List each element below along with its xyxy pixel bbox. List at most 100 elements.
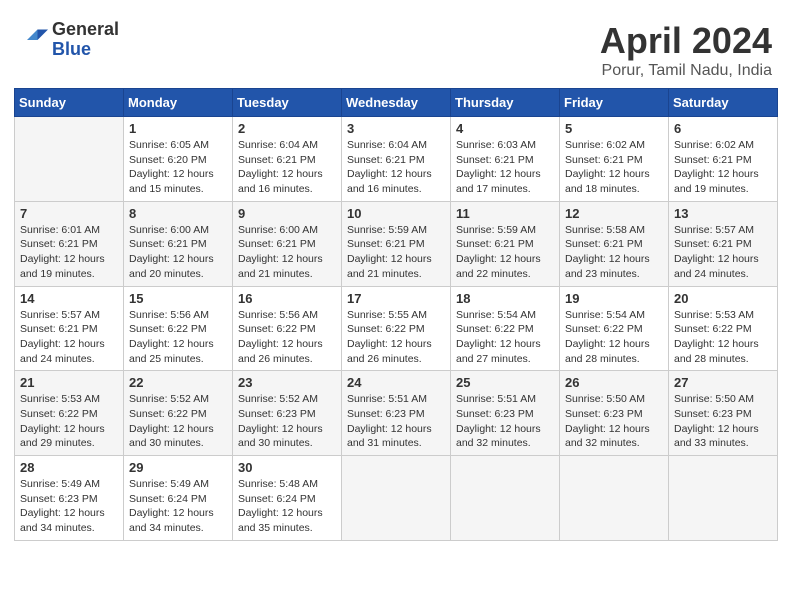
day-number: 7 xyxy=(20,206,118,221)
calendar-cell: 13 Sunrise: 5:57 AMSunset: 6:21 PMDayligh… xyxy=(669,201,778,286)
calendar-cell: 7 Sunrise: 6:01 AMSunset: 6:21 PMDaylight… xyxy=(15,201,124,286)
day-info: Sunrise: 5:59 AMSunset: 6:21 PMDaylight:… xyxy=(456,223,554,282)
day-info: Sunrise: 5:56 AMSunset: 6:22 PMDaylight:… xyxy=(238,308,336,367)
calendar-cell: 15 Sunrise: 5:56 AMSunset: 6:22 PMDayligh… xyxy=(124,286,233,371)
logo-icon xyxy=(20,26,48,54)
day-number: 26 xyxy=(565,375,663,390)
calendar-cell xyxy=(451,456,560,541)
day-number: 27 xyxy=(674,375,772,390)
calendar-cell xyxy=(342,456,451,541)
day-info: Sunrise: 5:49 AMSunset: 6:23 PMDaylight:… xyxy=(20,477,118,536)
week-row-1: 1 Sunrise: 6:05 AMSunset: 6:20 PMDaylight… xyxy=(15,117,778,202)
day-info: Sunrise: 5:55 AMSunset: 6:22 PMDaylight:… xyxy=(347,308,445,367)
day-number: 11 xyxy=(456,206,554,221)
day-number: 6 xyxy=(674,121,772,136)
day-info: Sunrise: 5:53 AMSunset: 6:22 PMDaylight:… xyxy=(674,308,772,367)
week-row-5: 28 Sunrise: 5:49 AMSunset: 6:23 PMDayligh… xyxy=(15,456,778,541)
day-info: Sunrise: 6:01 AMSunset: 6:21 PMDaylight:… xyxy=(20,223,118,282)
calendar-cell: 18 Sunrise: 5:54 AMSunset: 6:22 PMDayligh… xyxy=(451,286,560,371)
day-number: 21 xyxy=(20,375,118,390)
calendar-cell: 4Sunrise: 6:03 AMSunset: 6:21 PMDaylight… xyxy=(451,117,560,202)
calendar-cell: 23Sunrise: 5:52 AMSunset: 6:23 PMDayligh… xyxy=(233,371,342,456)
col-header-saturday: Saturday xyxy=(669,89,778,117)
day-info: Sunrise: 5:49 AMSunset: 6:24 PMDaylight:… xyxy=(129,477,227,536)
day-info: Sunrise: 5:56 AMSunset: 6:22 PMDaylight:… xyxy=(129,308,227,367)
day-number: 4 xyxy=(456,121,554,136)
calendar-cell xyxy=(669,456,778,541)
day-info: Sunrise: 5:50 AMSunset: 6:23 PMDaylight:… xyxy=(674,392,772,451)
col-header-thursday: Thursday xyxy=(451,89,560,117)
col-header-tuesday: Tuesday xyxy=(233,89,342,117)
calendar-cell: 5Sunrise: 6:02 AMSunset: 6:21 PMDaylight… xyxy=(560,117,669,202)
calendar-cell: 25 Sunrise: 5:51 AMSunset: 6:23 PMDayligh… xyxy=(451,371,560,456)
calendar-cell: 17 Sunrise: 5:55 AMSunset: 6:22 PMDayligh… xyxy=(342,286,451,371)
calendar-cell: 1 Sunrise: 6:05 AMSunset: 6:20 PMDaylight… xyxy=(124,117,233,202)
calendar-cell: 20 Sunrise: 5:53 AMSunset: 6:22 PMDayligh… xyxy=(669,286,778,371)
day-number: 14 xyxy=(20,291,118,306)
day-info: Sunrise: 5:51 AMSunset: 6:23 PMDaylight:… xyxy=(456,392,554,451)
day-info: Sunrise: 5:50 AMSunset: 6:23 PMDaylight:… xyxy=(565,392,663,451)
day-number: 15 xyxy=(129,291,227,306)
day-info: Sunrise: 6:05 AMSunset: 6:20 PMDaylight:… xyxy=(129,138,227,197)
day-number: 20 xyxy=(674,291,772,306)
month-title: April 2024 xyxy=(600,20,772,62)
calendar-cell: 2 Sunrise: 6:04 AMSunset: 6:21 PMDaylight… xyxy=(233,117,342,202)
day-info: Sunrise: 5:48 AMSunset: 6:24 PMDaylight:… xyxy=(238,477,336,536)
day-info: Sunrise: 6:00 AMSunset: 6:21 PMDaylight:… xyxy=(238,223,336,282)
day-number: 13 xyxy=(674,206,772,221)
week-row-4: 21 Sunrise: 5:53 AMSunset: 6:22 PMDayligh… xyxy=(15,371,778,456)
day-info: Sunrise: 5:57 AMSunset: 6:21 PMDaylight:… xyxy=(674,223,772,282)
day-info: Sunrise: 6:00 AMSunset: 6:21 PMDaylight:… xyxy=(129,223,227,282)
calendar-cell: 12 Sunrise: 5:58 AMSunset: 6:21 PMDayligh… xyxy=(560,201,669,286)
day-info: Sunrise: 5:54 AMSunset: 6:22 PMDaylight:… xyxy=(456,308,554,367)
week-row-3: 14 Sunrise: 5:57 AMSunset: 6:21 PMDayligh… xyxy=(15,286,778,371)
calendar-cell: 8Sunrise: 6:00 AMSunset: 6:21 PMDaylight… xyxy=(124,201,233,286)
logo-blue: Blue xyxy=(52,40,119,60)
day-info: Sunrise: 5:51 AMSunset: 6:23 PMDaylight:… xyxy=(347,392,445,451)
day-number: 18 xyxy=(456,291,554,306)
calendar-cell: 10Sunrise: 5:59 AMSunset: 6:21 PMDayligh… xyxy=(342,201,451,286)
day-number: 9 xyxy=(238,206,336,221)
location: Porur, Tamil Nadu, India xyxy=(600,62,772,80)
calendar-cell: 29Sunrise: 5:49 AMSunset: 6:24 PMDayligh… xyxy=(124,456,233,541)
calendar-cell: 6 Sunrise: 6:02 AMSunset: 6:21 PMDaylight… xyxy=(669,117,778,202)
day-number: 24 xyxy=(347,375,445,390)
calendar-cell: 14 Sunrise: 5:57 AMSunset: 6:21 PMDayligh… xyxy=(15,286,124,371)
calendar-cell: 11 Sunrise: 5:59 AMSunset: 6:21 PMDayligh… xyxy=(451,201,560,286)
calendar-cell: 19Sunrise: 5:54 AMSunset: 6:22 PMDayligh… xyxy=(560,286,669,371)
day-number: 25 xyxy=(456,375,554,390)
col-header-monday: Monday xyxy=(124,89,233,117)
calendar-cell: 24 Sunrise: 5:51 AMSunset: 6:23 PMDayligh… xyxy=(342,371,451,456)
calendar-table: SundayMondayTuesdayWednesdayThursdayFrid… xyxy=(14,88,778,541)
day-info: Sunrise: 5:59 AMSunset: 6:21 PMDaylight:… xyxy=(347,223,445,282)
col-header-wednesday: Wednesday xyxy=(342,89,451,117)
week-row-2: 7 Sunrise: 6:01 AMSunset: 6:21 PMDaylight… xyxy=(15,201,778,286)
day-number: 12 xyxy=(565,206,663,221)
day-number: 5 xyxy=(565,121,663,136)
day-info: Sunrise: 5:52 AMSunset: 6:23 PMDaylight:… xyxy=(238,392,336,451)
calendar-cell: 22 Sunrise: 5:52 AMSunset: 6:22 PMDayligh… xyxy=(124,371,233,456)
calendar-cell: 26 Sunrise: 5:50 AMSunset: 6:23 PMDayligh… xyxy=(560,371,669,456)
day-info: Sunrise: 6:02 AMSunset: 6:21 PMDaylight:… xyxy=(674,138,772,197)
day-info: Sunrise: 5:58 AMSunset: 6:21 PMDaylight:… xyxy=(565,223,663,282)
calendar-cell: 9 Sunrise: 6:00 AMSunset: 6:21 PMDaylight… xyxy=(233,201,342,286)
calendar-cell: 21 Sunrise: 5:53 AMSunset: 6:22 PMDayligh… xyxy=(15,371,124,456)
title-area: April 2024 Porur, Tamil Nadu, India xyxy=(600,20,772,80)
day-number: 30 xyxy=(238,460,336,475)
calendar-cell: 3Sunrise: 6:04 AMSunset: 6:21 PMDaylight… xyxy=(342,117,451,202)
day-number: 17 xyxy=(347,291,445,306)
page-header: General Blue April 2024 Porur, Tamil Nad… xyxy=(10,10,782,88)
day-number: 22 xyxy=(129,375,227,390)
day-number: 2 xyxy=(238,121,336,136)
logo-text: General Blue xyxy=(52,20,119,60)
day-info: Sunrise: 5:57 AMSunset: 6:21 PMDaylight:… xyxy=(20,308,118,367)
day-info: Sunrise: 6:04 AMSunset: 6:21 PMDaylight:… xyxy=(238,138,336,197)
day-number: 1 xyxy=(129,121,227,136)
day-number: 28 xyxy=(20,460,118,475)
day-info: Sunrise: 6:04 AMSunset: 6:21 PMDaylight:… xyxy=(347,138,445,197)
calendar-cell: 28 Sunrise: 5:49 AMSunset: 6:23 PMDayligh… xyxy=(15,456,124,541)
calendar-cell: 30 Sunrise: 5:48 AMSunset: 6:24 PMDayligh… xyxy=(233,456,342,541)
day-info: Sunrise: 5:52 AMSunset: 6:22 PMDaylight:… xyxy=(129,392,227,451)
day-info: Sunrise: 5:53 AMSunset: 6:22 PMDaylight:… xyxy=(20,392,118,451)
logo: General Blue xyxy=(20,20,119,60)
